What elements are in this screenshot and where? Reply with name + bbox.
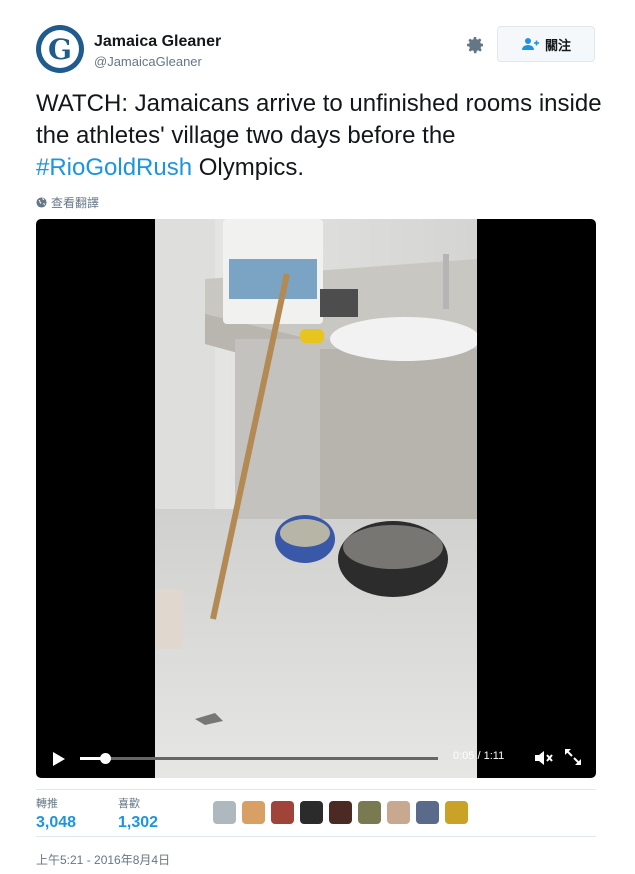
liker-avatar[interactable] — [387, 801, 410, 824]
mute-icon[interactable] — [534, 749, 554, 767]
current-time: 0:05 — [453, 750, 475, 762]
translate-label: 查看翻譯 — [51, 196, 100, 210]
tweet-timestamp[interactable]: 上午5:21 - 2016年8月4日 — [36, 851, 170, 868]
liker-avatar[interactable] — [329, 801, 352, 824]
retweets-count: 3,048 — [36, 814, 77, 831]
liker-avatars — [213, 801, 468, 824]
author-name[interactable]: Jamaica Gleaner — [94, 33, 221, 51]
duration: 1:11 — [483, 750, 505, 762]
liker-avatar[interactable] — [445, 801, 468, 824]
tweet-text: WATCH: Jamaicans arrive to unfinished ro… — [36, 88, 606, 184]
video-player[interactable]: 0:05 / 1:11 — [36, 219, 596, 778]
liker-avatar[interactable] — [213, 801, 236, 824]
liker-avatar[interactable] — [300, 801, 323, 824]
likes-label: 喜歡 — [118, 798, 140, 810]
retweets-label: 轉推 — [36, 798, 58, 810]
liker-avatar[interactable] — [416, 801, 439, 824]
gear-icon[interactable] — [463, 33, 487, 57]
time-separator: / — [474, 750, 484, 762]
video-controls: 0:05 / 1:11 — [36, 738, 596, 778]
play-icon[interactable] — [52, 751, 66, 767]
video-frame — [155, 219, 477, 778]
liker-avatar[interactable] — [242, 801, 265, 824]
liker-avatar[interactable] — [358, 801, 381, 824]
fullscreen-icon[interactable] — [564, 748, 582, 766]
hashtag-link[interactable]: #RioGoldRush — [36, 154, 192, 181]
globe-icon — [36, 197, 47, 208]
seek-bar[interactable] — [80, 753, 438, 764]
add-user-icon — [521, 38, 539, 50]
liker-avatar[interactable] — [271, 801, 294, 824]
retweets-stat[interactable]: 轉推 3,048 — [36, 795, 76, 832]
seek-handle[interactable] — [100, 753, 112, 764]
avatar-logo: G — [41, 30, 79, 68]
follow-label: 關注 — [544, 37, 571, 53]
author-avatar[interactable]: G — [36, 25, 84, 73]
translate-link[interactable]: 查看翻譯 — [36, 194, 99, 211]
likes-count: 1,302 — [118, 814, 159, 831]
author-handle[interactable]: @JamaicaGleaner — [94, 54, 202, 69]
likes-stat[interactable]: 喜歡 1,302 — [118, 795, 158, 832]
tweet-body: WATCH: Jamaicans arrive to unfinished ro… — [36, 90, 602, 149]
divider — [36, 836, 596, 837]
video-time: 0:05 / 1:11 — [453, 750, 504, 762]
divider — [36, 789, 596, 790]
tweet-body-end: Olympics. — [192, 154, 305, 181]
follow-button[interactable]: 關注 — [497, 26, 595, 62]
